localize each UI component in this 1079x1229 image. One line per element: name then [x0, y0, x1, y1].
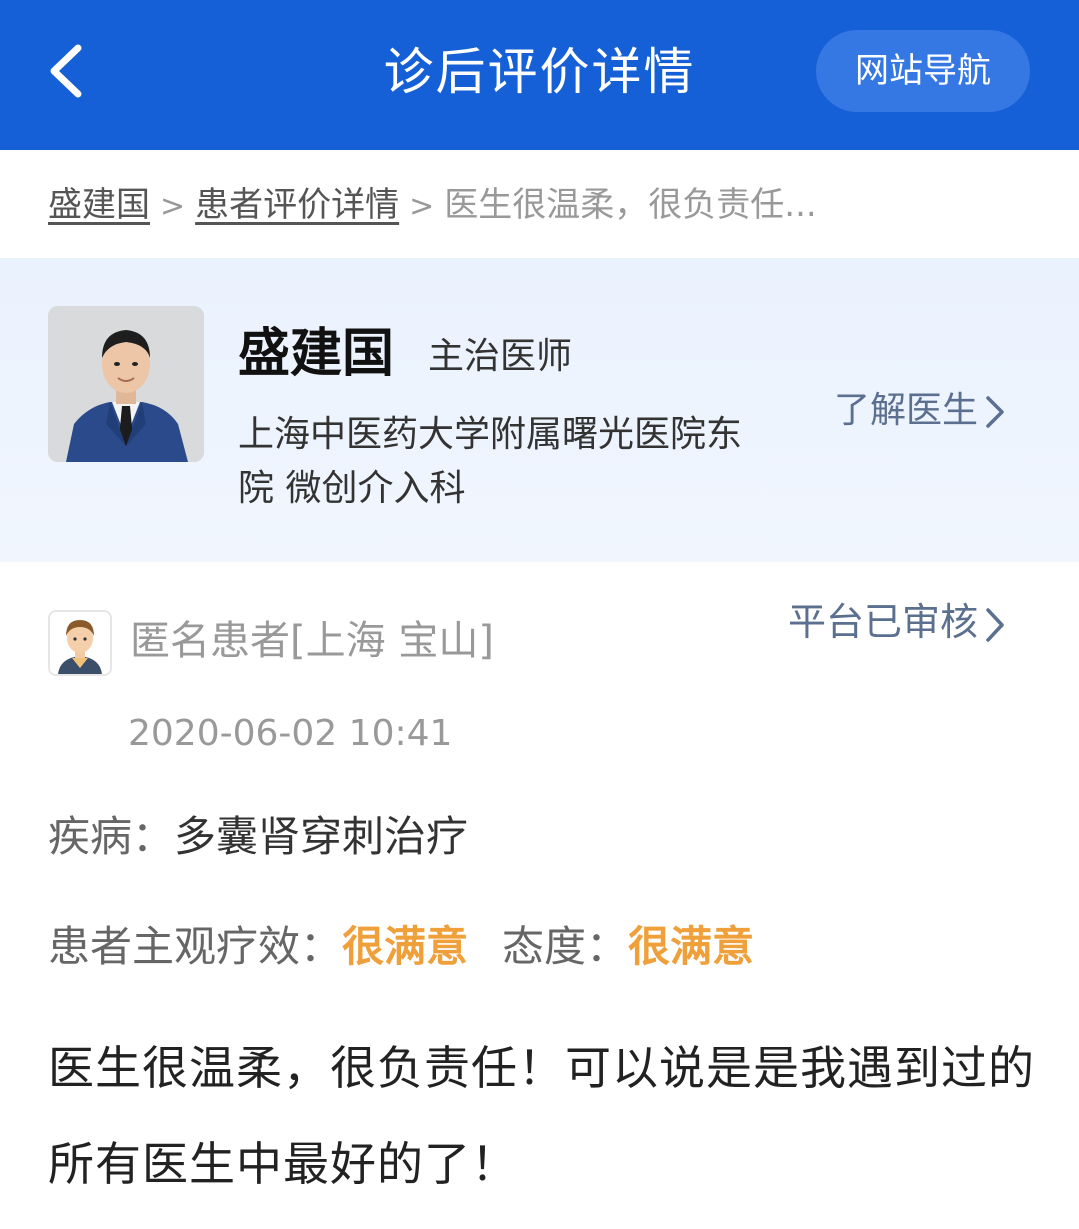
verified-label: 平台已审核: [788, 600, 979, 644]
doctor-name: 盛建国: [238, 324, 395, 384]
chevron-right-icon: [986, 607, 1004, 642]
doctor-avatar: [48, 306, 204, 462]
patient-name: 匿名患者[上海 宝山]: [130, 618, 494, 664]
breadcrumb-doctor-link[interactable]: 盛建国: [48, 185, 150, 225]
doctor-title: 主治医师: [428, 336, 573, 377]
doctor-card[interactable]: 盛建国 主治医师 上海中医药大学附属曙光医院东院 微创介入科 了解医生: [0, 258, 1079, 562]
learn-doctor-label: 了解医生: [834, 390, 979, 431]
effect-label: 患者主观疗效：: [48, 922, 343, 971]
breadcrumb: 盛建国 > 患者评价详情 > 医生很温柔，很负责任...: [48, 180, 817, 230]
ratings-row: 患者主观疗效：很满意 态度：很满意: [48, 918, 754, 976]
chevron-left-icon: [50, 44, 82, 98]
learn-doctor-link[interactable]: 了解医生: [834, 386, 1006, 436]
verified-link[interactable]: 平台已审核: [788, 596, 1006, 648]
back-button[interactable]: [40, 36, 100, 106]
attitude-label: 态度：: [502, 922, 629, 971]
breadcrumb-separator: >: [160, 189, 186, 224]
breadcrumb-reviews-link[interactable]: 患者评价详情: [195, 185, 399, 225]
breadcrumb-separator: >: [409, 189, 435, 224]
doctor-hospital: 上海中医药大学附属曙光医院东院 微创介入科: [238, 414, 743, 509]
effect-value: 很满意: [342, 922, 469, 971]
top-bar: 诊后评价详情 网站导航: [0, 0, 1079, 150]
disease-value: 多囊肾穿刺治疗: [174, 812, 469, 861]
disease-row: 疾病：多囊肾穿刺治疗: [48, 808, 468, 866]
site-nav-button[interactable]: 网站导航: [816, 30, 1030, 112]
review-text: 医生很温柔，很负责任！可以说是是我遇到过的所有医生中最好的了！: [48, 1041, 1035, 1191]
disease-label: 疾病：: [48, 812, 175, 861]
patient-avatar: [48, 610, 112, 676]
breadcrumb-current: 医生很温柔，很负责任...: [444, 185, 817, 225]
attitude-value: 很满意: [628, 922, 755, 971]
review-date: 2020-06-02 10:41: [128, 713, 453, 754]
chevron-right-icon: [986, 396, 1004, 428]
